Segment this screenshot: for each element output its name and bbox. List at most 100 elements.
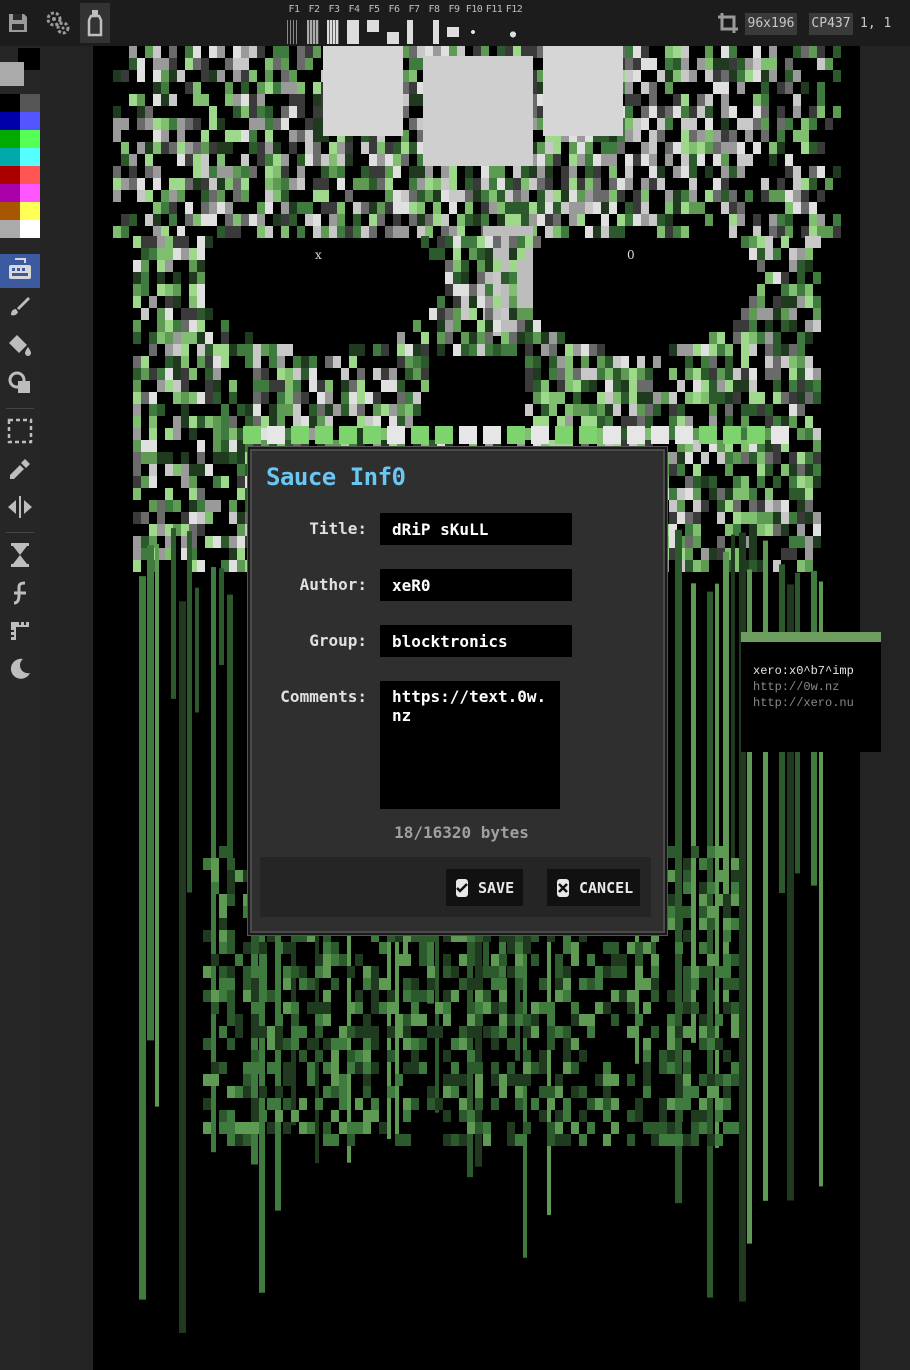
- shapes-tool[interactable]: [0, 368, 40, 402]
- palette-color-swatch[interactable]: [0, 184, 20, 202]
- fill-bucket-icon: [7, 333, 33, 361]
- fkey-f9[interactable]: F9: [444, 4, 464, 44]
- small-block-glyph: [447, 20, 459, 44]
- ruler-icon: [8, 619, 32, 647]
- palette-color-swatch[interactable]: [0, 130, 20, 148]
- foreground-color-swatch[interactable]: [0, 62, 24, 86]
- moon-icon: [8, 657, 32, 685]
- palette-color-swatch[interactable]: [0, 202, 20, 220]
- signature-box: xero:x0^b7^imp http://0w.nz http://xero.…: [741, 632, 881, 752]
- keyboard-tool[interactable]: [0, 254, 40, 288]
- shapes-icon: [8, 371, 32, 399]
- eyedropper-tool[interactable]: [0, 454, 40, 488]
- fkey-label: F3: [328, 4, 340, 15]
- fkey-label: F12: [505, 4, 523, 15]
- byte-count: 18/16320 bytes: [394, 823, 529, 842]
- dark-shade-glyph: [327, 20, 339, 44]
- fkey-label: F9: [448, 4, 460, 15]
- fkey-label: F6: [388, 4, 400, 15]
- palette-color-swatch[interactable]: [20, 202, 40, 220]
- hourglass-icon: [9, 542, 31, 572]
- palette-color-swatch[interactable]: [20, 130, 40, 148]
- signature-line-1: xero:x0^b7^imp: [753, 664, 854, 678]
- palette-color-swatch[interactable]: [20, 94, 40, 112]
- full-block-glyph: [347, 20, 359, 44]
- undo-history-tool[interactable]: [0, 540, 40, 574]
- save-button-label: SAVE: [478, 878, 515, 897]
- comments-textarea[interactable]: https://text.0w.nz: [380, 681, 560, 809]
- fill-tool[interactable]: [0, 330, 40, 364]
- palette-color-swatch[interactable]: [0, 166, 20, 184]
- palette-color-swatch[interactable]: [20, 166, 40, 184]
- author-label: Author:: [299, 575, 367, 594]
- fkey-label: F2: [308, 4, 320, 15]
- palette-color-swatch[interactable]: [20, 112, 40, 130]
- lower-half-block-glyph: [387, 20, 399, 44]
- fkey-f10[interactable]: F10: [464, 4, 484, 44]
- palette-color-swatch[interactable]: [0, 94, 20, 112]
- crop-icon[interactable]: [714, 8, 742, 38]
- tool-sidebar: [0, 46, 40, 1370]
- fkey-f12[interactable]: F12: [504, 4, 524, 44]
- keyboard-icon: [7, 257, 33, 285]
- save-button[interactable]: SAVE: [446, 869, 523, 906]
- dialog-button-bar: SAVE CANCEL: [260, 857, 651, 917]
- right-eye-char: 0: [627, 248, 635, 262]
- top-toolbar: F1 F2 F3 F4 F5 F6 F7 F8 F9 F10 F11 F12 9…: [0, 0, 910, 47]
- comments-label: Comments:: [280, 687, 367, 706]
- signature-line-3: http://xero.nu: [753, 696, 854, 710]
- font-tool[interactable]: [0, 578, 40, 612]
- cancel-button[interactable]: CANCEL: [547, 869, 640, 906]
- group-input[interactable]: [380, 625, 572, 657]
- title-input[interactable]: [380, 513, 572, 545]
- night-mode-tool[interactable]: [0, 654, 40, 688]
- font-name[interactable]: CP437: [809, 13, 853, 35]
- fkey-label: F4: [348, 4, 360, 15]
- selection-tool[interactable]: [0, 416, 40, 450]
- palette-color-swatch[interactable]: [20, 184, 40, 202]
- light-shade-glyph: [287, 20, 299, 44]
- fkey-f4[interactable]: F4: [344, 4, 364, 44]
- cursor-position: 1, 1: [860, 16, 892, 31]
- mirror-icon: [6, 495, 34, 523]
- fkey-f7[interactable]: F7: [404, 4, 424, 44]
- bullet-glyph: [507, 20, 519, 44]
- palette-color-swatch[interactable]: [20, 148, 40, 166]
- gears-icon[interactable]: [44, 8, 72, 38]
- group-label: Group:: [309, 631, 367, 650]
- author-input[interactable]: [380, 569, 572, 601]
- fkey-f11[interactable]: F11: [484, 4, 504, 44]
- brush-icon: [8, 295, 32, 323]
- brush-tool[interactable]: [0, 292, 40, 326]
- close-icon: [557, 878, 569, 897]
- left-half-block-glyph: [407, 20, 419, 44]
- fkey-f1[interactable]: F1: [284, 4, 304, 44]
- dialog-title: Sauce Inf0: [266, 463, 406, 491]
- toolbar-divider: [6, 408, 34, 409]
- palette-color-swatch[interactable]: [0, 112, 20, 130]
- bottle-icon[interactable]: [80, 3, 110, 43]
- palette-color-swatch[interactable]: [0, 220, 20, 238]
- current-colors[interactable]: [0, 46, 40, 92]
- sauce-info-dialog: Sauce Inf0 Title: Author: Group: Comment…: [250, 449, 665, 933]
- palette-color-swatch[interactable]: [20, 220, 40, 238]
- medium-shade-glyph: [307, 20, 319, 44]
- mirror-tool[interactable]: [0, 492, 40, 526]
- canvas-size[interactable]: 96x196: [745, 13, 797, 35]
- fkey-f2[interactable]: F2: [304, 4, 324, 44]
- palette-color-swatch[interactable]: [0, 148, 20, 166]
- dot-glyph: [467, 20, 479, 44]
- fkey-f5[interactable]: F5: [364, 4, 384, 44]
- fkey-f3[interactable]: F3: [324, 4, 344, 44]
- fkey-label: F10: [465, 4, 483, 15]
- eyedropper-icon: [8, 457, 32, 485]
- cancel-button-label: CANCEL: [579, 878, 634, 897]
- floppy-disk-icon[interactable]: [4, 8, 32, 38]
- fkey-label: F1: [288, 4, 300, 15]
- checkmark-icon: [456, 878, 468, 897]
- fkey-f6[interactable]: F6: [384, 4, 404, 44]
- fkey-f8[interactable]: F8: [424, 4, 444, 44]
- font-icon: [8, 581, 32, 609]
- ruler-tool[interactable]: [0, 616, 40, 650]
- left-eye-char: x: [315, 248, 322, 262]
